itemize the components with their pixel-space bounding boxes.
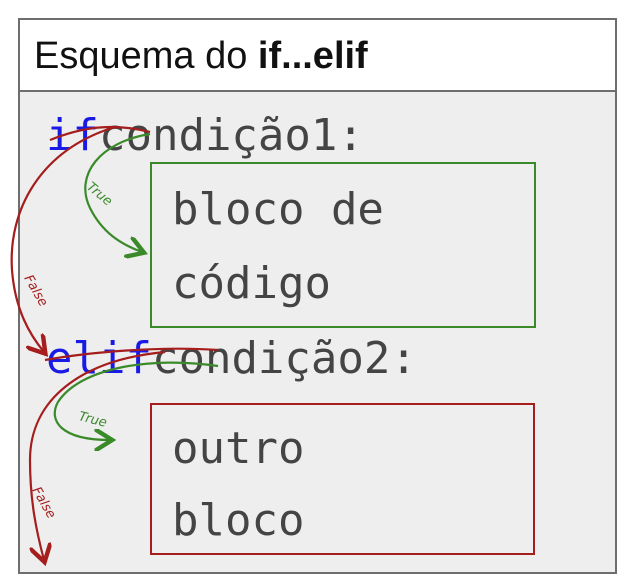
- condition2: condição2:: [151, 333, 417, 384]
- code-block-1: bloco de código: [150, 162, 536, 328]
- title-bold: if...elif: [257, 35, 368, 77]
- block1-line2: código: [172, 258, 331, 309]
- if-keyword: if: [46, 110, 99, 161]
- block2-line1: outro: [172, 423, 305, 474]
- block1-line1: bloco de: [172, 184, 384, 235]
- elif-keyword: elif: [46, 333, 152, 384]
- block2-line2: bloco: [172, 495, 305, 546]
- condition1: condição1:: [98, 110, 364, 161]
- elif-line: elifcondição2:: [46, 337, 417, 381]
- title-prefix: Esquema do: [34, 35, 258, 77]
- code-block-2: outro bloco: [150, 403, 535, 555]
- diagram-title: Esquema do if...elif: [20, 20, 615, 92]
- if-line: ifcondição1:: [46, 114, 364, 158]
